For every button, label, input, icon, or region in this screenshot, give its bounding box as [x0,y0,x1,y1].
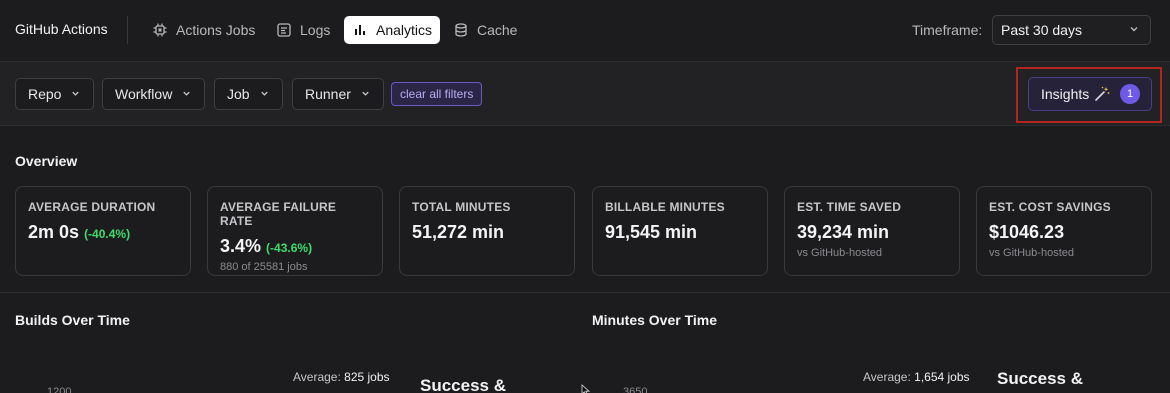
nav-label: Actions Jobs [176,22,256,38]
filter-label: Job [227,86,250,102]
filter-label: Runner [305,86,351,102]
metric-delta: (-43.6%) [266,241,313,255]
metric-label: AVERAGE DURATION [28,200,156,214]
filter-workflow[interactable]: Workflow [102,78,206,110]
timeframe-label: Timeframe: [912,22,983,38]
metric-label: EST. TIME SAVED [797,200,902,214]
metric-value: $1046.23 [989,222,1065,242]
chevron-down-icon [70,86,81,102]
builds-chart-title: Builds Over Time [15,312,130,328]
metric-card-average-duration: AVERAGE DURATION 2m 0s (-40.4%) [15,186,191,276]
filter-runner[interactable]: Runner [292,78,384,110]
overview-title: Overview [15,153,78,169]
chevron-down-icon [259,86,270,102]
metric-label: EST. COST SAVINGS [989,200,1111,214]
logs-icon [276,22,292,38]
nav-logs[interactable]: Logs [268,16,338,44]
nav-label: Logs [300,22,331,38]
nav-label: Cache [477,22,518,38]
section-divider [0,292,1170,293]
nav-actions-jobs[interactable]: Actions Jobs [144,16,263,44]
metric-value-text: 2m 0s [28,222,80,242]
builds-legend-title: Success & [420,376,506,393]
filter-label: Workflow [115,86,173,102]
nav-label: Analytics [376,22,433,38]
magic-wand-icon [1093,85,1111,103]
nav-analytics[interactable]: Analytics [344,16,441,44]
timeframe-value: Past 30 days [1001,22,1082,38]
mouse-cursor-icon [581,384,591,393]
avg-value: 825 jobs [344,370,390,384]
builds-y-tick: 1200 [47,386,72,393]
filter-bar: Repo Workflow Job Runner clear all filte… [0,62,1170,126]
insights-count-badge: 1 [1120,84,1140,104]
metric-value-text: 3.4% [220,236,262,256]
minutes-legend-title: Success & [997,369,1083,388]
top-navigation-bar: GitHub Actions Actions Jobs Logs Analyti… [0,0,1170,62]
metric-label: BILLABLE MINUTES [605,200,725,214]
insights-label: Insights [1041,86,1090,102]
app-brand: GitHub Actions [15,21,108,37]
metric-label: AVERAGE FAILURE RATE [220,200,337,228]
chevron-down-icon [181,86,192,102]
metric-card-cost-savings: EST. COST SAVINGS $1046.23 vs GitHub-hos… [976,186,1152,276]
metric-value: 91,545 min [605,222,698,242]
filter-repo[interactable]: Repo [15,78,95,110]
metric-value: 39,234 min [797,222,890,242]
minutes-y-tick: 3650 [623,386,648,393]
brand-divider [127,16,128,44]
database-icon [453,22,469,38]
avg-label: Average: [863,370,911,384]
metric-value: 51,272 min [412,222,505,242]
chevron-down-icon [1128,22,1140,38]
timeframe-select[interactable]: Past 30 days [992,15,1151,45]
chip-icon [152,22,168,38]
minutes-chart-title: Minutes Over Time [592,312,718,328]
metric-card-failure-rate: AVERAGE FAILURE RATE 3.4% (-43.6%) 880 o… [207,186,383,276]
metric-card-total-minutes: TOTAL MINUTES 51,272 min [399,186,575,276]
metric-subtext: vs GitHub-hosted [797,247,882,259]
metric-value: 3.4% (-43.6%) [220,236,370,257]
nav-cache[interactable]: Cache [445,16,525,44]
metric-card-time-saved: EST. TIME SAVED 39,234 min vs GitHub-hos… [784,186,960,276]
bar-chart-icon [352,22,368,38]
builds-average: Average: 825 jobs [293,370,390,384]
clear-filters-button[interactable]: clear all filters [391,82,483,106]
filter-job[interactable]: Job [214,78,283,110]
metric-value: 2m 0s (-40.4%) [28,222,178,243]
filter-label: Repo [28,86,62,102]
metric-card-billable-minutes: BILLABLE MINUTES 91,545 min [592,186,768,276]
metric-subtext: 880 of 25581 jobs [220,261,308,273]
avg-value: 1,654 jobs [914,370,970,384]
avg-label: Average: [293,370,341,384]
insights-button[interactable]: Insights 1 [1028,77,1152,111]
metric-delta: (-40.4%) [84,227,131,241]
metric-label: TOTAL MINUTES [412,200,511,214]
minutes-average: Average: 1,654 jobs [863,370,970,384]
chevron-down-icon [360,86,371,102]
metric-subtext: vs GitHub-hosted [989,247,1074,259]
